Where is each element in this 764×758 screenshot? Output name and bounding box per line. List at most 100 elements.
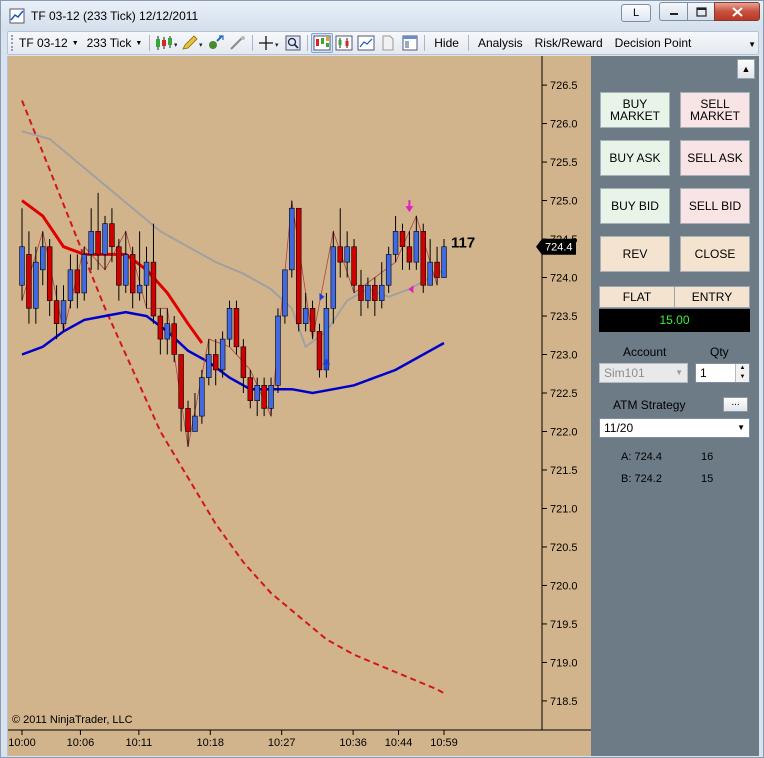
candle-body bbox=[441, 246, 447, 278]
candle-body bbox=[233, 308, 240, 348]
y-tick-label: 720.0 bbox=[550, 580, 578, 592]
candle-body bbox=[365, 284, 371, 301]
global-crosshair-button[interactable] bbox=[205, 33, 227, 53]
candle-body bbox=[372, 284, 378, 301]
drawing-tool-button[interactable]: ▾ bbox=[179, 33, 205, 53]
close-window-button[interactable] bbox=[714, 2, 760, 21]
snap-tool-icon bbox=[209, 35, 224, 49]
properties-button[interactable] bbox=[377, 33, 399, 53]
data-box-button[interactable] bbox=[399, 33, 421, 53]
buy-ask-label: BUY ASK bbox=[609, 151, 661, 165]
toolbar-separator bbox=[149, 35, 151, 51]
candle-body bbox=[123, 254, 129, 286]
y-tick-label: 720.5 bbox=[550, 542, 578, 554]
interval-label: 233 Tick bbox=[86, 36, 132, 50]
spin-up-icon[interactable]: ▲ bbox=[736, 364, 749, 373]
candle-body bbox=[150, 261, 157, 317]
candle-body bbox=[143, 261, 150, 286]
x-tick-label: 10:36 bbox=[339, 737, 367, 749]
copyright-notice: © 2011 NinjaTrader, LLC bbox=[12, 714, 133, 726]
candle-body bbox=[399, 231, 406, 248]
buy-signal-arrow bbox=[322, 358, 331, 371]
svg-text:▾: ▾ bbox=[275, 42, 279, 49]
minimize-icon bbox=[669, 12, 678, 15]
buy-bid-label: BUY BID bbox=[611, 199, 659, 213]
close-position-button[interactable]: CLOSE bbox=[680, 236, 750, 272]
zoom-button[interactable] bbox=[282, 33, 304, 53]
candle-body bbox=[95, 231, 101, 255]
strategies-button[interactable] bbox=[355, 33, 377, 53]
bar-counter: 117 bbox=[451, 235, 475, 252]
interval-selector[interactable]: 233 Tick ▼ bbox=[83, 32, 147, 54]
account-select[interactable]: Sim101 ▼ bbox=[599, 363, 688, 383]
x-tick-label: 10:11 bbox=[126, 737, 153, 749]
candle-body bbox=[392, 231, 399, 255]
title-bar[interactable]: TF 03-12 (233 Tick) 12/12/2011 L bbox=[1, 1, 763, 31]
toolbar-separator bbox=[252, 35, 254, 51]
quantity-stepper[interactable]: 1 ▲ ▼ bbox=[695, 363, 750, 383]
x-tick-label: 10:06 bbox=[67, 737, 95, 749]
y-tick-label: 722.5 bbox=[550, 388, 578, 400]
price-chart[interactable]: 726.5726.0725.5725.0724.5724.0723.5723.0… bbox=[7, 56, 592, 756]
y-tick-label: 721.5 bbox=[550, 465, 578, 477]
atm-strategy-more-button[interactable]: ... bbox=[723, 397, 748, 412]
sell-signal-arrow bbox=[405, 200, 414, 213]
y-tick-label: 719.0 bbox=[550, 657, 578, 669]
candle-body bbox=[379, 284, 385, 301]
candle-body bbox=[282, 269, 288, 317]
candle-body bbox=[74, 269, 81, 294]
y-tick-label: 725.5 bbox=[550, 157, 578, 169]
candle-body bbox=[254, 385, 260, 401]
atm-strategy-select[interactable]: 11/20 ▼ bbox=[599, 418, 750, 438]
hide-button[interactable]: Hide bbox=[428, 36, 465, 50]
toolbar-separator bbox=[307, 35, 309, 51]
toolbar-overflow-icon[interactable]: ▼ bbox=[748, 40, 756, 49]
window-title: TF 03-12 (233 Tick) 12/12/2011 bbox=[31, 9, 199, 23]
candle-body bbox=[351, 246, 357, 286]
link-button[interactable]: L bbox=[621, 4, 651, 22]
candle-body bbox=[247, 377, 254, 401]
sell-ask-button[interactable]: SELL ASK bbox=[680, 140, 750, 176]
candle-body bbox=[157, 315, 164, 340]
buy-bid-button[interactable]: BUY BID bbox=[600, 188, 670, 224]
candle-body bbox=[136, 284, 143, 294]
candle-body bbox=[427, 261, 433, 286]
spin-down-icon[interactable]: ▼ bbox=[736, 373, 749, 382]
candle-body bbox=[289, 207, 295, 271]
minimize-button[interactable] bbox=[659, 2, 687, 21]
chart-canvas[interactable]: 726.5726.0725.5725.0724.5724.0723.5723.0… bbox=[8, 56, 592, 756]
sell-market-button[interactable]: SELL MARKET bbox=[680, 92, 750, 128]
candle-body bbox=[316, 331, 323, 371]
chart-trader-button[interactable] bbox=[311, 33, 334, 53]
analysis-menu[interactable]: Analysis bbox=[472, 36, 529, 50]
buy-ask-button[interactable]: BUY ASK bbox=[600, 140, 670, 176]
sell-bid-button[interactable]: SELL BID bbox=[680, 188, 750, 224]
qty-spinner[interactable]: ▲ ▼ bbox=[735, 364, 749, 382]
candle-body bbox=[344, 246, 350, 263]
reverse-label: REV bbox=[622, 247, 648, 261]
candle-body bbox=[219, 338, 226, 371]
crosshair-button[interactable]: ▾ bbox=[256, 33, 282, 53]
y-tick-label: 726.0 bbox=[550, 119, 578, 131]
dropdown-arrow-icon: ▼ bbox=[675, 368, 683, 377]
decision-point-menu[interactable]: Decision Point bbox=[609, 36, 698, 50]
gray-moving-average bbox=[21, 130, 445, 349]
panel-collapse-button[interactable]: ▲ bbox=[737, 59, 755, 79]
maximize-button[interactable] bbox=[687, 2, 714, 21]
y-tick-label: 725.0 bbox=[550, 196, 578, 208]
instrument-selector[interactable]: TF 03-12 ▼ bbox=[15, 32, 83, 54]
y-tick-label: 723.5 bbox=[550, 311, 578, 323]
reverse-button[interactable]: REV bbox=[600, 236, 670, 272]
dropdown-arrow-icon: ▼ bbox=[71, 39, 79, 47]
candle-body bbox=[413, 231, 420, 263]
bar-type-button[interactable]: ▾ bbox=[153, 33, 179, 53]
buy-market-button[interactable]: BUY MARKET bbox=[600, 92, 670, 128]
lower-band-line bbox=[21, 100, 445, 695]
remove-drawings-button[interactable] bbox=[227, 33, 249, 53]
candle-body bbox=[240, 346, 247, 378]
indicators-button[interactable] bbox=[333, 33, 355, 53]
candle-body bbox=[212, 354, 219, 371]
position-header: FLAT ENTRY bbox=[599, 286, 750, 308]
risk-reward-menu[interactable]: Risk/Reward bbox=[529, 36, 609, 50]
chart-trader-panel: ▲ BUY MARKET SELL MARKET BUY ASK SELL AS… bbox=[591, 56, 759, 756]
